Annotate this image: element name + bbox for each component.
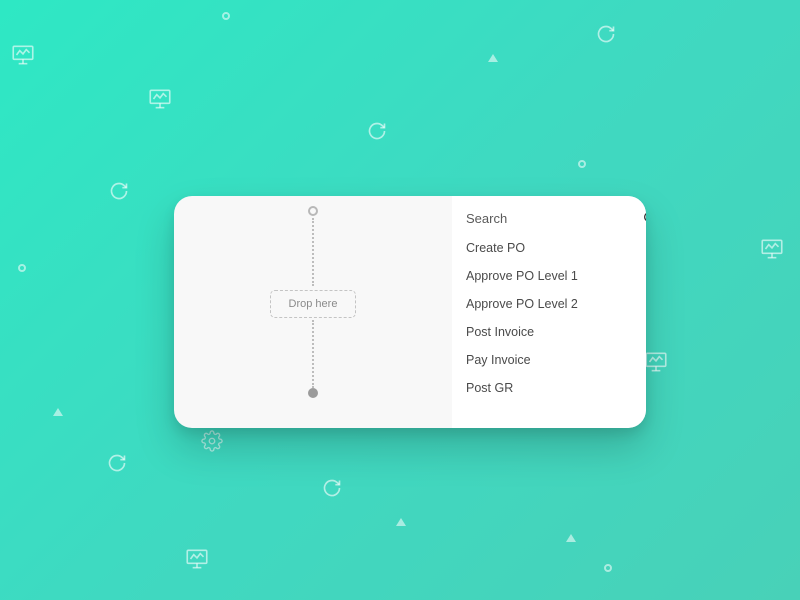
bg-circle-icon	[578, 160, 586, 168]
bg-gear-icon	[201, 430, 223, 452]
bg-triangle-icon	[566, 534, 576, 542]
bg-refresh-icon	[109, 181, 129, 201]
list-item[interactable]: Approve PO Level 1	[452, 262, 646, 290]
list-item[interactable]: Approve PO Level 2	[452, 290, 646, 318]
bg-monitor-icon	[759, 236, 785, 262]
start-node[interactable]	[308, 206, 318, 216]
drop-zone[interactable]: Drop here	[270, 290, 356, 318]
bg-circle-icon	[18, 264, 26, 272]
bg-refresh-icon	[107, 453, 127, 473]
list-item[interactable]: Post GR	[452, 374, 646, 402]
workflow-builder-card: Drop here Create PO Approve PO Level 1 A…	[174, 196, 646, 428]
search-icon[interactable]	[642, 210, 646, 226]
connector-line	[312, 218, 314, 286]
bg-triangle-icon	[488, 54, 498, 62]
bg-monitor-icon	[184, 546, 210, 572]
connector-line	[312, 320, 314, 388]
workflow-canvas[interactable]: Drop here	[174, 196, 452, 428]
end-node[interactable]	[308, 388, 318, 398]
bg-monitor-icon	[643, 349, 669, 375]
bg-refresh-icon	[367, 121, 387, 141]
bg-refresh-icon	[322, 478, 342, 498]
bg-triangle-icon	[53, 408, 63, 416]
search-input[interactable]	[466, 211, 642, 226]
bg-monitor-icon	[10, 42, 36, 68]
list-item[interactable]: Create PO	[452, 234, 646, 262]
search-row	[452, 206, 646, 234]
bg-circle-icon	[222, 12, 230, 20]
activity-panel: Create PO Approve PO Level 1 Approve PO …	[452, 196, 646, 428]
bg-refresh-icon	[596, 24, 616, 44]
bg-circle-icon	[604, 564, 612, 572]
list-item[interactable]: Pay Invoice	[452, 346, 646, 374]
bg-triangle-icon	[396, 518, 406, 526]
activity-list: Create PO Approve PO Level 1 Approve PO …	[452, 234, 646, 402]
list-item[interactable]: Post Invoice	[452, 318, 646, 346]
bg-monitor-icon	[147, 86, 173, 112]
